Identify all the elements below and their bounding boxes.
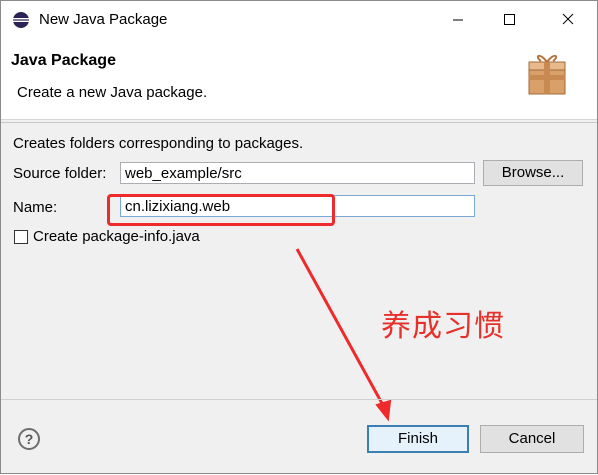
name-label: Name:	[13, 199, 58, 216]
dialog-window: New Java Package Java Package Create a n…	[0, 0, 598, 474]
maximize-icon	[504, 14, 515, 25]
window-title: New Java Package	[39, 11, 168, 28]
form-description: Creates folders corresponding to package…	[13, 135, 304, 152]
annotation-text: 养成习惯	[381, 310, 505, 343]
wizard-title: Java Package	[11, 52, 116, 69]
cancel-button[interactable]: Cancel	[480, 425, 584, 453]
close-icon	[562, 13, 574, 25]
package-wizard-icon	[528, 54, 566, 95]
package-info-label[interactable]: Create package-info.java	[33, 228, 200, 245]
close-button[interactable]	[546, 5, 592, 35]
title-bar: New Java Package	[1, 1, 597, 39]
wizard-description: Create a new Java package.	[17, 84, 208, 101]
minimize-button[interactable]	[435, 5, 481, 35]
source-folder-label: Source folder:	[13, 165, 107, 182]
finish-button[interactable]: Finish	[367, 425, 469, 453]
eclipse-icon	[13, 12, 29, 28]
header-separator	[1, 122, 597, 123]
name-highlight-box	[107, 194, 335, 226]
wizard-header: Java Package Create a new Java package.	[1, 39, 597, 120]
browse-button[interactable]: Browse...	[483, 160, 583, 186]
package-info-checkbox[interactable]	[14, 230, 28, 244]
footer-separator	[1, 399, 597, 400]
maximize-button[interactable]	[486, 5, 532, 35]
help-icon[interactable]: ?	[18, 428, 40, 450]
minimize-icon	[453, 19, 463, 21]
source-folder-input[interactable]: web_example/src	[120, 162, 475, 184]
